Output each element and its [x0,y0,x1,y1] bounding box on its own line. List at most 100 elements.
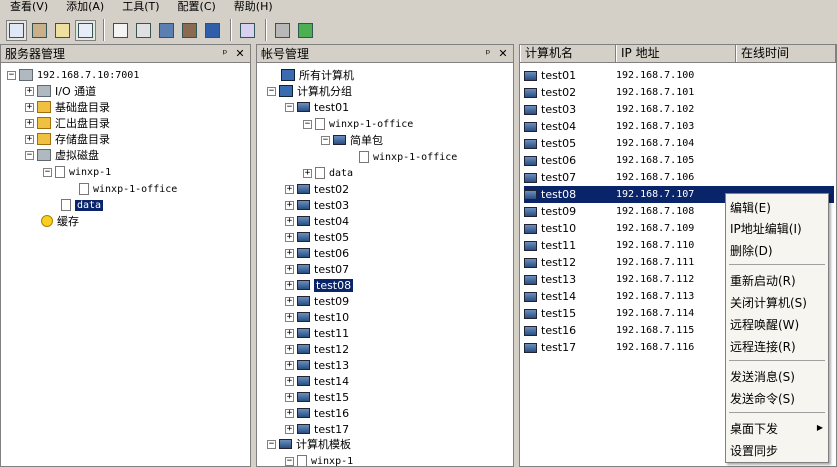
tree-node-pack-office[interactable]: winxp-1-office [359,149,457,165]
column-ip-address[interactable]: IP 地址 [616,45,736,62]
expand-icon[interactable]: + [285,376,294,386]
tree-node-group-computer[interactable]: + test17 [285,421,349,437]
expand-icon[interactable]: + [285,232,294,242]
pin-icon[interactable]: ᵖ [219,47,231,60]
menu-tools[interactable]: 工具(T) [110,0,165,14]
collapse-icon[interactable]: − [267,439,276,449]
tree-node-group-computer[interactable]: + test11 [285,325,349,341]
tree-node-cache[interactable]: 缓存 [41,213,79,229]
tree-node-data[interactable]: data [61,197,104,213]
menu-item-wake[interactable]: 远程唤醒(W) [730,316,799,333]
collapse-icon[interactable]: − [7,70,16,80]
tree-node-group-computer[interactable]: + test14 [285,373,349,389]
expand-icon[interactable]: + [25,134,34,144]
tree-node-server[interactable]: −192.168.7.10:7001 [7,67,139,83]
expand-icon[interactable]: + [285,344,294,354]
tree-node-virtual-disk[interactable]: − 虚拟磁盘 [25,147,99,163]
menu-item-send-message[interactable]: 发送消息(S) [730,368,795,385]
tree-node-winxp[interactable]: − winxp-1 [43,164,111,180]
menu-item-delete[interactable]: 删除(D) [730,242,773,259]
tree-node-group-computer[interactable]: + test07 [285,261,349,277]
add-disk-button[interactable] [110,20,131,41]
expand-icon[interactable]: + [25,118,34,128]
table-row[interactable]: test06 192.168.7.105 [524,152,834,169]
expand-icon[interactable]: + [285,312,294,322]
menu-help[interactable]: 帮助(H) [222,0,279,14]
menu-add[interactable]: 添加(A) [54,0,110,14]
expand-icon[interactable]: + [285,328,294,338]
column-online-time[interactable]: 在线时间 [736,45,836,62]
tree-node-group-computer[interactable]: + test04 [285,213,349,229]
table-row[interactable]: test02 192.168.7.101 [524,84,834,101]
expand-icon[interactable]: + [285,264,294,274]
table-row[interactable]: test01 192.168.7.100 [524,67,834,84]
expand-icon[interactable]: + [285,360,294,370]
tree-node-group-computer[interactable]: + test06 [285,245,349,261]
table-row[interactable]: test05 192.168.7.104 [524,135,834,152]
tree-node-group-computer[interactable]: + test13 [285,357,349,373]
expand-icon[interactable]: + [285,200,294,210]
collapse-icon[interactable]: − [285,456,294,466]
expand-icon[interactable]: + [285,296,294,306]
expand-icon[interactable]: + [285,216,294,226]
collapse-icon[interactable]: − [25,150,34,160]
menu-item-desktop-deploy[interactable]: 桌面下发 [730,420,778,437]
expand-icon[interactable]: + [25,102,34,112]
add-image-button[interactable] [133,20,154,41]
table-row[interactable]: test07 192.168.7.106 [524,169,834,186]
tree-node-computer-groups[interactable]: − 计算机分组 [267,83,352,99]
menu-item-send-command[interactable]: 发送命令(S) [730,390,795,407]
tree-node-test01[interactable]: − test01 [285,99,349,115]
expand-icon[interactable]: + [285,280,294,290]
close-icon[interactable]: ✕ [497,47,509,60]
menu-item-restart[interactable]: 重新启动(R) [730,272,796,289]
collapse-icon[interactable]: − [321,135,330,145]
tree-node-group-computer[interactable]: + test05 [285,229,349,245]
expand-icon[interactable]: + [285,392,294,402]
tree-node-test01-data[interactable]: + data [303,165,353,181]
view-list-button[interactable] [75,19,96,41]
menu-item-shutdown[interactable]: 关闭计算机(S) [730,294,807,311]
tree-node-template-winxp[interactable]: − winxp-1 [285,453,353,466]
tree-node-simple-pack[interactable]: − 简单包 [321,132,383,148]
tree-node-group-computer[interactable]: + test08 [285,277,354,293]
tree-node-io[interactable]: + I/O 通道 [25,83,96,99]
tree-node-group-computer[interactable]: + test16 [285,405,349,421]
view-log-button[interactable] [52,20,73,41]
expand-icon[interactable]: + [285,248,294,258]
table-row[interactable]: test04 192.168.7.103 [524,118,834,135]
tree-node-base-disk[interactable]: + 基础盘目录 [25,99,110,115]
close-icon[interactable]: ✕ [234,47,246,60]
menu-item-ip-edit[interactable]: IP地址编辑(I) [730,220,802,237]
view-tree-button[interactable] [6,19,27,41]
menu-config[interactable]: 配置(C) [166,0,222,14]
view-users-button[interactable] [29,20,50,41]
menu-view[interactable]: 查看(V) [0,0,54,14]
collapse-icon[interactable]: − [267,86,276,96]
expand-icon[interactable]: + [285,408,294,418]
tree-node-group-computer[interactable]: + test12 [285,341,349,357]
menu-item-sync-settings[interactable]: 设置同步 [730,442,778,459]
tree-node-group-computer[interactable]: + test03 [285,197,349,213]
collapse-icon[interactable]: − [285,102,294,112]
remote-desktop-button[interactable] [202,20,223,41]
table-row[interactable]: test03 192.168.7.102 [524,101,834,118]
add-computer-button[interactable] [156,20,177,41]
pin-icon[interactable]: ᵖ [482,47,494,60]
tree-node-computer-templates[interactable]: − 计算机模板 [267,436,351,452]
expand-icon[interactable]: + [285,184,294,194]
calc-button[interactable] [237,20,258,41]
tree-node-export-disk[interactable]: + 汇出盘目录 [25,115,110,131]
expand-icon[interactable]: + [25,86,34,96]
tools-button[interactable] [272,20,293,41]
menu-item-remote-connect[interactable]: 远程连接(R) [730,338,796,355]
tree-node-group-computer[interactable]: + test10 [285,309,349,325]
column-computer-name[interactable]: 计算机名 [520,45,616,62]
expand-icon[interactable]: + [303,168,312,178]
add-user-button[interactable] [179,20,200,41]
tree-node-test01-office[interactable]: − winxp-1-office [303,116,413,132]
collapse-icon[interactable]: − [303,119,312,129]
menu-item-edit[interactable]: 编辑(E) [730,199,771,216]
tree-node-group-computer[interactable]: + test02 [285,181,349,197]
tree-node-group-computer[interactable]: + test09 [285,293,349,309]
